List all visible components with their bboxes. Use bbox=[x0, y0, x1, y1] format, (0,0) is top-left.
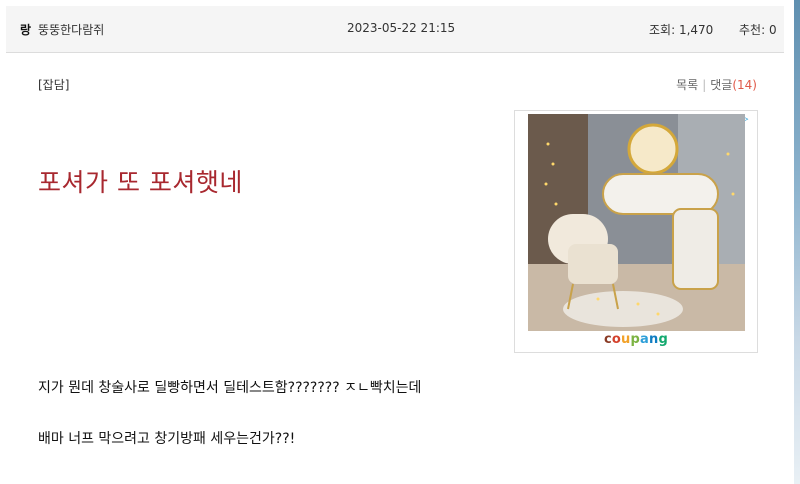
logo-letter: c bbox=[604, 332, 612, 347]
recommend-count: 추천: 0 bbox=[739, 23, 777, 37]
logo-letter: p bbox=[630, 332, 641, 347]
post-links: 목록 | 댓글(14) bbox=[676, 76, 757, 93]
user-level-icon: 랑 bbox=[20, 23, 32, 37]
ad-product-image[interactable] bbox=[528, 114, 745, 331]
logo-letter: g bbox=[658, 332, 668, 347]
window-edge bbox=[794, 0, 800, 484]
author-name[interactable]: 뚱뚱한다람쥐 bbox=[38, 21, 104, 38]
coupang-logo[interactable]: coupang bbox=[515, 332, 757, 347]
list-link[interactable]: 목록 bbox=[676, 78, 698, 92]
post-body-line: 지가 뭔데 창술사로 딜빵하면서 딜테스트함??????? ㅈㄴ빡치는데 bbox=[38, 380, 422, 396]
comments-link[interactable]: 댓글(14) bbox=[710, 78, 757, 92]
author[interactable]: 랑 뚱뚱한다람쥐 bbox=[20, 21, 104, 38]
post-title: 포셔가 또 포셔햇네 bbox=[38, 168, 243, 197]
separator: | bbox=[702, 78, 707, 92]
post-date: 2023-05-22 21:15 bbox=[347, 21, 456, 35]
comments-count: (14) bbox=[732, 78, 757, 92]
logo-letter: a bbox=[640, 332, 650, 347]
comments-label: 댓글 bbox=[710, 78, 733, 92]
post-body-line: 배마 너프 막으려고 창기방패 세우는건가??! bbox=[38, 431, 296, 447]
logo-letter: u bbox=[621, 332, 631, 347]
ad-banner[interactable]: ▷ coupang bbox=[514, 110, 758, 353]
logo-letter: o bbox=[611, 332, 622, 347]
view-count: 조회: 1,470 bbox=[649, 23, 714, 37]
post-category: [잡담] bbox=[38, 78, 70, 92]
post-header-bar: 랑 뚱뚱한다람쥐 2023-05-22 21:15 조회: 1,470 추천: … bbox=[6, 6, 784, 53]
